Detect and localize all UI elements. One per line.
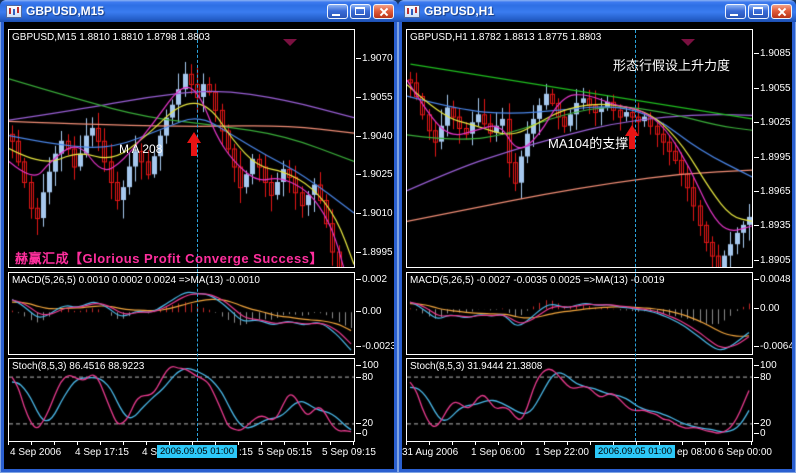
- macd-tick-label: 0.002: [355, 274, 388, 285]
- price-tick-label: 1.8965: [754, 186, 791, 197]
- sell-marker-icon: [681, 39, 695, 46]
- stochastic-readout: Stoch(8,5,3) 86.4516 88.9223: [12, 361, 145, 372]
- price-tick-label: 1.8935: [754, 220, 791, 231]
- chart-body: GBPUSD,M15 1.8810 1.8810 1.8798 1.8803 M…: [4, 22, 394, 469]
- macd-pane[interactable]: MACD(5,26,5) 0.0010 0.0002 0.0024 =>MA(1…: [8, 272, 355, 355]
- time-axis-label: :15: [239, 447, 253, 458]
- time-axis-label: ep 08:00: [677, 447, 716, 458]
- stoch-tick-label: 80: [355, 372, 374, 383]
- crosshair-line: [197, 30, 198, 441]
- ohlc-readout: GBPUSD,H1 1.8782 1.8813 1.8775 1.8803: [410, 32, 602, 43]
- chart-icon: [6, 4, 22, 18]
- price-tick-label: 1.9040: [356, 131, 393, 142]
- chart-window-h1: GBPUSD,H1 GBPUSD,H1 1.8782 1.8813 1.8775…: [398, 0, 796, 473]
- titlebar[interactable]: GBPUSD,M15: [0, 0, 398, 22]
- stoch-tick-label: 80: [753, 372, 772, 383]
- crosshair-line: [635, 30, 636, 441]
- price-tick-label: 1.9025: [754, 117, 791, 128]
- price-tick-label: 1.9085: [754, 48, 791, 59]
- stochastic-pane[interactable]: Stoch(8,5,3) 86.4516 88.9223: [8, 358, 355, 442]
- macd-readout: MACD(5,26,5) -0.0027 -0.0035 0.0025 =>MA…: [410, 275, 665, 286]
- chart-body: GBPUSD,H1 1.8782 1.8813 1.8775 1.8803 形态…: [402, 22, 792, 469]
- price-tick-label: 1.9070: [356, 53, 393, 64]
- price-pane[interactable]: GBPUSD,H1 1.8782 1.8813 1.8775 1.8803 形态…: [406, 29, 753, 268]
- price-pane[interactable]: GBPUSD,M15 1.8810 1.8810 1.8798 1.8803 M…: [8, 29, 355, 268]
- crosshair-time-badge: 2006.09.05 01:00: [157, 445, 237, 458]
- macd-tick-label: -0.0064: [754, 341, 792, 352]
- price-tick-label: 1.8995: [754, 152, 791, 163]
- macd-readout: MACD(5,26,5) 0.0010 0.0002 0.0024 =>MA(1…: [12, 275, 260, 286]
- minimize-button[interactable]: [725, 3, 746, 19]
- maximize-button[interactable]: [748, 3, 769, 19]
- chart-window-m15: GBPUSD,M15 GBPUSD,M15 1.8810 1.8810 1.87…: [0, 0, 398, 473]
- time-ticks: [406, 442, 753, 445]
- macd-tick-label: -0.0023: [356, 341, 394, 352]
- ma208-label: M A 208: [119, 142, 163, 156]
- stochastic-pane[interactable]: Stoch(8,5,3) 31.9444 21.3808: [406, 358, 753, 442]
- stoch-tick-label: 0: [356, 428, 368, 439]
- price-tick-label: 1.9010: [356, 208, 393, 219]
- up-arrow-annotation: [187, 132, 201, 157]
- macd-pane[interactable]: MACD(5,26,5) -0.0027 -0.0035 0.0025 =>MA…: [406, 272, 753, 355]
- minimize-button[interactable]: [327, 3, 348, 19]
- time-axis-label: 4 Sep 2006: [10, 447, 62, 458]
- stoch-tick-label: 100: [356, 360, 379, 371]
- time-axis-label: 5 Sep 05:15: [258, 447, 312, 458]
- price-tick-label: 1.9055: [356, 92, 393, 103]
- price-tick-label: 1.8995: [356, 247, 393, 258]
- sell-marker-icon: [283, 39, 297, 46]
- macd-tick-label: 0.0048: [754, 274, 791, 285]
- time-axis-label: 4 Sep 17:15: [75, 447, 129, 458]
- up-arrow-annotation: [625, 125, 639, 150]
- stoch-tick-label: 0: [754, 428, 766, 439]
- macd-tick-label: 0.00: [355, 306, 382, 317]
- close-button[interactable]: [373, 3, 394, 19]
- ma104-label: MA104的支撑: [548, 136, 629, 151]
- price-tick-label: 1.9055: [754, 83, 791, 94]
- price-tick-label: 1.9025: [356, 169, 393, 180]
- brand-watermark: 赫赢汇成【Glorious Profit Converge Success】: [15, 251, 323, 266]
- time-axis-label: 31 Aug 2006: [402, 447, 459, 458]
- mdi-workspace: GBPUSD,M15 GBPUSD,M15 1.8810 1.8810 1.87…: [0, 0, 796, 473]
- close-button[interactable]: [771, 3, 792, 19]
- price-tick-label: 1.8905: [754, 255, 791, 266]
- macd-tick-label: 0.00: [753, 303, 780, 314]
- price-chart-canvas[interactable]: [9, 30, 354, 267]
- time-axis-label: 5 Sep 09:15: [322, 447, 376, 458]
- chart-icon: [404, 4, 420, 18]
- time-axis-label: 6 Sep 00:00: [718, 447, 772, 458]
- titlebar[interactable]: GBPUSD,H1: [398, 0, 796, 22]
- stochastic-readout: Stoch(8,5,3) 31.9444 21.3808: [410, 361, 543, 372]
- maximize-button[interactable]: [350, 3, 371, 19]
- time-axis-label: 1 Sep 22:00: [535, 447, 589, 458]
- window-title: GBPUSD,M15: [26, 4, 105, 18]
- pattern-annotation: 形态行假设上升力度: [613, 58, 731, 73]
- time-axis-label: 1 Sep 06:00: [471, 447, 525, 458]
- stoch-tick-label: 100: [754, 360, 777, 371]
- ohlc-readout: GBPUSD,M15 1.8810 1.8810 1.8798 1.8803: [12, 32, 210, 43]
- window-title: GBPUSD,H1: [424, 4, 495, 18]
- crosshair-time-badge: 2006.09.05 01:00: [595, 445, 675, 458]
